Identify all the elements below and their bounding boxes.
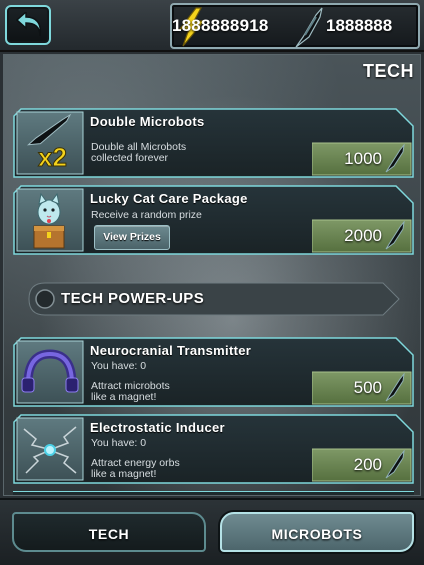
owned-count: You have: 0 [91, 360, 147, 372]
top-bar: 1888888918 1888888 [0, 0, 424, 52]
energy-count: 1888888918 [172, 16, 269, 35]
item-description-line-2: collected forever [91, 152, 169, 164]
tab-tech[interactable]: TECH [12, 512, 206, 552]
section-title: TECH [363, 61, 414, 81]
back-arrow-icon [15, 12, 42, 37]
section-bullet-icon [35, 289, 55, 309]
currency-panel: 1888888918 1888888 [170, 3, 420, 49]
list-scroll-edge [13, 491, 414, 495]
x2-badge: x2 [38, 142, 67, 172]
owned-count: You have: 0 [91, 437, 147, 449]
bottom-tab-bar: TECH MICROBOTS [0, 498, 424, 565]
powerups-section-header: TECH POWER-UPS [28, 282, 400, 316]
item-title: Electrostatic Inducer [90, 420, 225, 435]
double-microbots-icon: x2 [16, 111, 85, 175]
shop-item-double-microbots[interactable]: x2 Double Microbots Double all Microbots… [13, 108, 414, 178]
item-description-line-2: like a magnet! [91, 391, 157, 403]
buy-price-button[interactable]: 1000 [312, 142, 412, 176]
item-title: Lucky Cat Care Package [90, 191, 248, 206]
microbot-icon [385, 144, 405, 173]
item-description: Receive a random prize [91, 209, 202, 221]
electric-spark-icon [16, 417, 85, 481]
microbot-icon [295, 7, 323, 48]
shop-panel: TECH x2 Double Microbots Double all Micr… [3, 54, 421, 496]
buy-price-button[interactable]: 200 [312, 448, 412, 482]
microbot-count: 1888888 [326, 16, 393, 35]
buy-price-button[interactable]: 2000 [312, 219, 412, 253]
microbot-icon [385, 373, 405, 402]
microbot-icon [385, 221, 405, 250]
item-description-line-2: like a magnet! [91, 468, 157, 480]
shop-item-lucky-cat-package[interactable]: Lucky Cat Care Package Receive a random … [13, 185, 414, 255]
price-value: 2000 [344, 226, 382, 245]
section-header-label: TECH POWER-UPS [61, 290, 205, 307]
price-value: 1000 [344, 149, 382, 168]
item-title: Neurocranial Transmitter [90, 343, 252, 358]
view-prizes-button[interactable]: View Prizes [94, 225, 170, 250]
price-value: 500 [353, 378, 382, 397]
headset-icon [16, 340, 85, 404]
shop-item-neurocranial-transmitter[interactable]: Neurocranial Transmitter You have: 0 Att… [13, 337, 414, 407]
lucky-cat-icon [16, 188, 85, 252]
buy-price-button[interactable]: 500 [312, 371, 412, 405]
shop-item-electrostatic-inducer[interactable]: Electrostatic Inducer You have: 0 Attrac… [13, 414, 414, 484]
price-value: 200 [353, 455, 382, 474]
tab-microbots[interactable]: MICROBOTS [220, 512, 414, 552]
back-button[interactable] [5, 5, 51, 45]
microbot-icon [385, 450, 405, 479]
item-title: Double Microbots [90, 114, 205, 129]
